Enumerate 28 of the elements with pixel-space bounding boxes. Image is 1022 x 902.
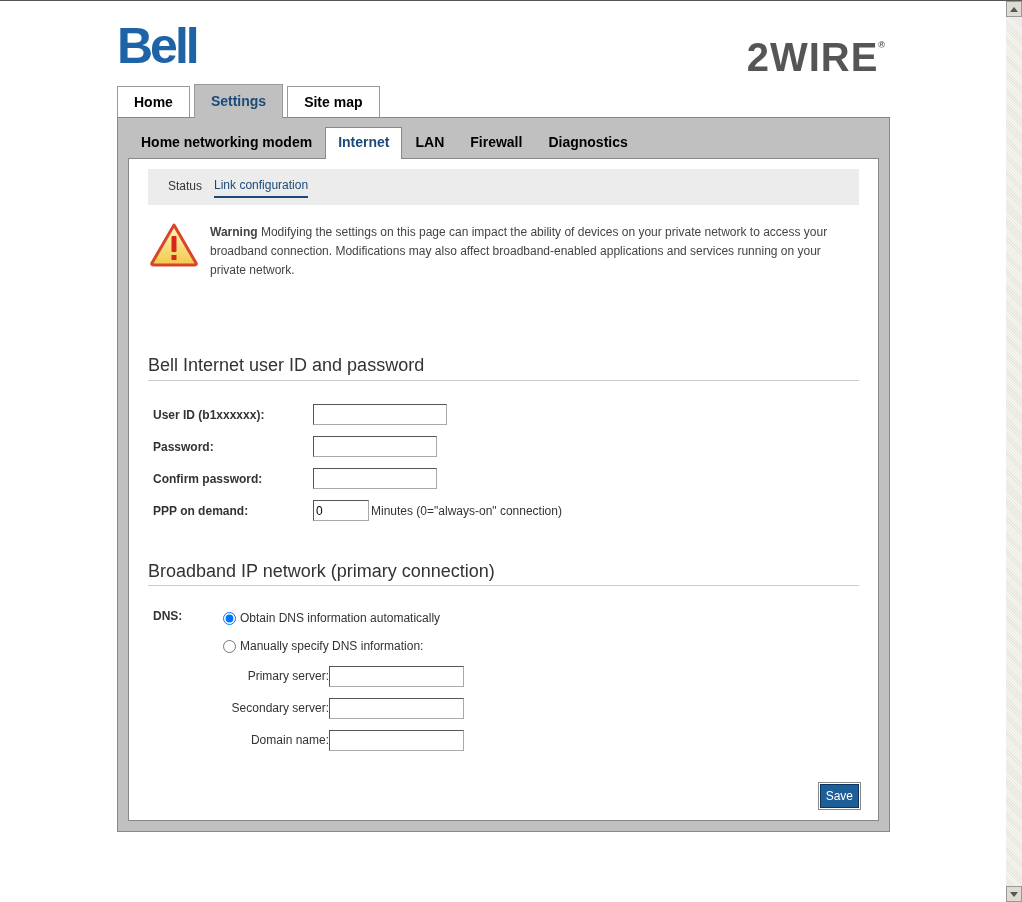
section-heading: Broadband IP network (primary connection) [148,560,859,587]
input-field[interactable]: 0 [313,500,369,522]
field-label: Password: [153,438,215,456]
subnav-link[interactable]: Status [168,177,203,197]
field-label: DNS: [153,608,184,626]
section-tab[interactable]: Diagnostics [535,127,641,158]
field-label: PPP on demand: [153,502,250,520]
field-label: Domain name: [249,732,329,750]
partner-logo: 2WIRE$^{®}$ [746,37,886,77]
nav-tab[interactable]: Home [117,86,190,117]
nav-tab[interactable]: Site map [287,86,380,117]
section-heading: Bell Internet user ID and password [148,355,859,381]
field-hint: Minutes (0="always-on" connection) [371,502,562,520]
field-label: Secondary server: [230,700,329,718]
section-tab[interactable]: LAN [402,127,458,158]
subnav-link[interactable]: Link configuration [214,176,309,198]
field-label: Primary server: [246,668,329,686]
field-label: Confirm password: [153,470,264,488]
option-label: Manually specify DNS information: [240,638,424,656]
save-button[interactable]: Save [819,784,859,809]
option-label: Obtain DNS information automatically [240,610,441,628]
section-tab[interactable]: Firewall [457,127,536,158]
nav-tab[interactable]: Settings [193,84,284,118]
brand-logo: Bell [117,21,197,71]
field-label: User ID (b1xxxxxx): [153,406,266,424]
section-tab[interactable]: Internet [325,127,403,159]
warning-message: Warning Modifying the settings on this page can impact the ability of devices on your private network to access your broadband connection. Modifications may also affect broadband-enabled applications and services running on your private network. [210,224,829,279]
section-tab[interactable]: Home networking modem [128,127,326,158]
